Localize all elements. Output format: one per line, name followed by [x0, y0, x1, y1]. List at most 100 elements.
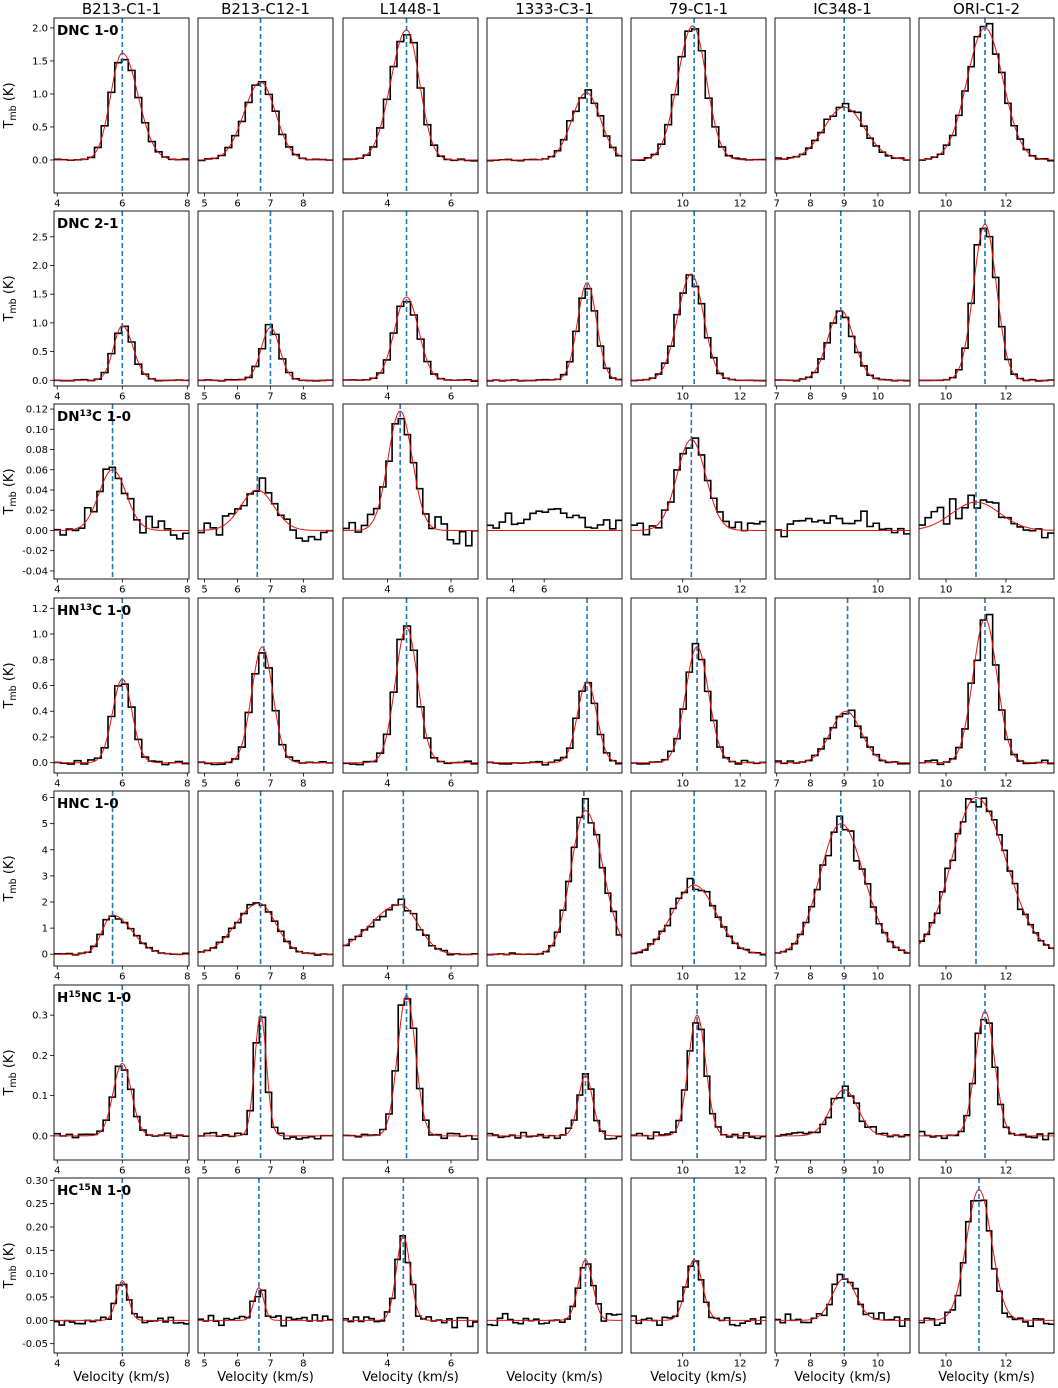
y-tick-label: 0.2: [32, 1051, 48, 1062]
column-title-5: IC348-1: [813, 0, 871, 18]
panel-frame: [774, 403, 911, 580]
x-tick-label: 9: [841, 199, 847, 210]
panel-5-6: 10 12: [918, 984, 1055, 1177]
y-tick-label: 0.3: [32, 1011, 48, 1022]
column-title-1: B213-C12-1: [221, 0, 310, 18]
x-tick-label: 6: [448, 585, 454, 596]
gaussian-fit: [198, 489, 333, 531]
x-tick-label: 12: [1000, 1166, 1013, 1177]
x-tick-label: 8: [300, 1166, 306, 1177]
column-title-3: 1333-C3-1: [515, 0, 594, 18]
x-tick-label: 8: [807, 1166, 813, 1177]
x-tick-label: 12: [1000, 392, 1013, 403]
x-tick-label: 4: [384, 1166, 390, 1177]
y-tick-label: 0.08: [26, 445, 48, 456]
y-tick-label: 2.0: [32, 261, 48, 272]
x-axis-label: Velocity (km/s): [794, 1370, 891, 1385]
panel-frame: [342, 403, 479, 580]
x-tick-label: 4: [54, 199, 60, 210]
observed-spectrum: [919, 1018, 1054, 1141]
panel-1-6: 10 12: [918, 210, 1055, 403]
panel-0-0: 4 6 8 DNC 1-0: [53, 17, 191, 210]
x-tick-label: 12: [734, 1359, 747, 1370]
panel-0-4: 10 12: [630, 17, 767, 210]
x-tick-label: 7: [774, 1166, 780, 1177]
x-tick-label: 7: [267, 585, 273, 596]
x-tick-label: 12: [734, 779, 747, 790]
gaussian-fit: [775, 1277, 910, 1321]
panel-frame: [342, 210, 479, 387]
y-tick-label: 1.0: [32, 89, 48, 100]
x-tick-label: 5: [201, 972, 207, 983]
panel-3-1: 5 6 7 8: [197, 597, 334, 790]
y-tick-label: 0.5: [32, 347, 48, 358]
panel-4-2: 46: [342, 790, 479, 983]
x-tick-label: 10: [872, 972, 885, 983]
y-tick-label: 0.05: [26, 1293, 48, 1304]
panel-3-4: 10 12: [630, 597, 767, 790]
x-tick-label: 4: [54, 1359, 60, 1370]
y-tick-label: 0.00: [26, 526, 48, 537]
transition-label: HN13C 1-0: [57, 603, 131, 619]
x-tick-label: 8: [807, 779, 813, 790]
panel-frame: [918, 17, 1055, 194]
panel-2-3: 46: [486, 403, 623, 596]
panel-frame: [486, 597, 623, 774]
x-axis-label: Velocity (km/s): [506, 1370, 603, 1385]
observed-spectrum: [54, 466, 189, 540]
gaussian-fit: [343, 410, 478, 531]
panel-6-6: 10 12Velocity (km/s): [918, 1177, 1055, 1385]
x-tick-label: 10: [676, 972, 689, 983]
observed-spectrum: [198, 477, 333, 542]
y-tick-label: 4: [42, 845, 48, 856]
x-tick-label: 5: [201, 1166, 207, 1177]
observed-spectrum: [54, 915, 189, 956]
gaussian-fit: [919, 223, 1054, 381]
panel-frame: [197, 210, 334, 387]
observed-spectrum: [343, 898, 478, 956]
observed-spectrum: [775, 102, 910, 161]
panel-1-0: 4 6 8 DNC 2-1: [53, 210, 191, 403]
x-tick-label: 7: [774, 199, 780, 210]
x-tick-label: 10: [676, 199, 689, 210]
x-tick-label: 8: [184, 1166, 190, 1177]
gaussian-fit: [775, 309, 910, 381]
panel-frame: [630, 403, 767, 580]
y-axis-label: Tmb (K): [2, 82, 19, 129]
panel-0-6: 10 12: [918, 17, 1055, 210]
x-tick-label: 4: [509, 585, 515, 596]
x-tick-label: 4: [384, 972, 390, 983]
transition-label: DNC 1-0: [57, 23, 119, 39]
x-tick-label: 9: [841, 972, 847, 983]
panel-1-5: 7 8 9 10: [774, 210, 911, 403]
x-tick-label: 7: [267, 1166, 273, 1177]
panel-4-5: 7 8 9 10: [774, 790, 911, 983]
gaussian-fit: [487, 681, 622, 764]
panel-5-4: 10 12: [630, 984, 767, 1177]
x-tick-label: 6: [234, 779, 240, 790]
x-tick-label: 8: [184, 199, 190, 210]
panel-3-6: 10 12: [918, 597, 1055, 790]
panel-frame: [197, 1177, 334, 1354]
x-tick-label: 4: [384, 392, 390, 403]
panel-frame: [53, 790, 190, 967]
x-tick-label: 9: [841, 392, 847, 403]
x-tick-label: 6: [234, 199, 240, 210]
panel-5-1: 5 6 7 8: [197, 984, 334, 1177]
y-tick-label: 1: [42, 924, 48, 935]
observed-spectrum: [775, 1085, 910, 1138]
gaussian-fit: [919, 1010, 1054, 1137]
observed-spectrum: [198, 80, 333, 162]
x-tick-label: 8: [300, 199, 306, 210]
observed-spectrum: [775, 815, 910, 954]
x-tick-label: 6: [234, 585, 240, 596]
x-tick-label: 5: [201, 779, 207, 790]
x-axis-label: Velocity (km/s): [938, 1370, 1035, 1385]
gaussian-fit: [487, 282, 622, 381]
y-tick-label: 0.12: [26, 405, 48, 416]
y-tick-label: 5: [42, 819, 48, 830]
panel-frame: [630, 597, 767, 774]
observed-spectrum: [631, 1022, 766, 1140]
y-tick-label: 0.0: [32, 758, 48, 769]
y-tick-label: 0.10: [26, 1269, 48, 1280]
